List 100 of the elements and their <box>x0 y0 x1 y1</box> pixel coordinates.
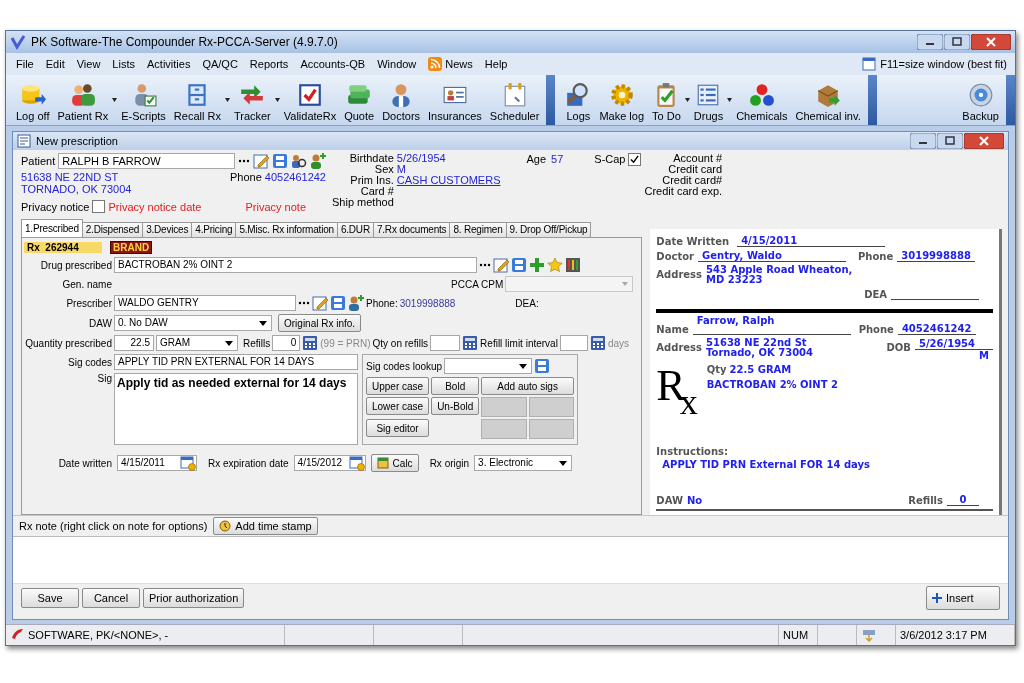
database-icon[interactable] <box>272 153 288 169</box>
bold-button[interactable]: Bold <box>431 377 480 395</box>
original-rx-info-button[interactable]: Original Rx info. <box>278 314 362 332</box>
person-add-icon[interactable] <box>310 153 326 169</box>
daw-dropdown[interactable]: 0. No DAW <box>114 315 272 331</box>
calc-button[interactable]: Calc <box>370 454 419 472</box>
tab[interactable]: 1.Prescribed <box>21 219 83 237</box>
toolbar-button[interactable]: Logs <box>561 75 596 125</box>
toolbar-button[interactable]: Recall Rx <box>169 75 225 125</box>
sig-text-area[interactable]: Apply tid as needed external for 14 days <box>114 373 358 445</box>
maximize-icon[interactable] <box>944 34 970 50</box>
tab[interactable]: 4.Pricing <box>191 222 237 237</box>
toolbar-button[interactable]: Doctors <box>378 75 425 125</box>
form-button[interactable]: Save <box>21 588 79 608</box>
toolbar-button[interactable]: Scheduler <box>485 75 544 125</box>
toolbar-button[interactable]: Quote <box>340 75 379 125</box>
qty-on-refills-field[interactable] <box>430 335 461 351</box>
privacy-checkbox[interactable] <box>92 200 106 213</box>
s-cap-checkbox[interactable] <box>628 153 642 166</box>
person-add-icon[interactable] <box>348 295 364 311</box>
un-bold-button[interactable]: Un-Bold <box>431 397 480 415</box>
add-auto-sigs-button[interactable]: Add auto sigs <box>481 377 574 395</box>
add-time-stamp-button[interactable]: Add time stamp <box>213 517 318 535</box>
menu-item[interactable]: Accounts-QB <box>294 56 372 72</box>
upper-case-button[interactable]: Upper case <box>366 377 430 395</box>
close-icon[interactable] <box>971 34 1011 50</box>
prescriber-field[interactable]: WALDO GENTRY <box>114 295 296 311</box>
gear-icon <box>608 82 635 108</box>
database-icon[interactable] <box>511 257 527 273</box>
menu-item[interactable]: Help <box>478 56 514 72</box>
toolbar-button[interactable]: Drugs <box>689 75 728 125</box>
date-written-field[interactable]: 4/15/2011 <box>117 455 197 471</box>
star-icon[interactable] <box>547 257 563 273</box>
close-icon[interactable] <box>964 133 1004 149</box>
tab[interactable]: 9. Drop Off/Pickup <box>505 222 592 237</box>
quantity-field[interactable]: 22.5 <box>114 335 154 351</box>
toolbar-grip[interactable] <box>1006 75 1015 125</box>
menu-item[interactable]: File <box>10 56 40 72</box>
tab[interactable]: 7.Rx documents <box>372 222 451 237</box>
check-icon <box>630 155 640 164</box>
sig-codes-field[interactable]: APPLY TID PRN EXTERNAL FOR 14 DAYS <box>114 354 358 370</box>
rx-origin-dropdown[interactable]: 3. Electronic <box>474 455 573 471</box>
menu-item[interactable]: QA/QC <box>196 56 244 72</box>
maximize-icon[interactable] <box>937 133 963 149</box>
field-label: Age <box>526 153 547 165</box>
toolbar-button[interactable]: Make log <box>595 75 649 125</box>
toolbar-grip[interactable] <box>867 75 877 125</box>
calendar-icon[interactable] <box>180 455 196 471</box>
form-button[interactable]: Cancel <box>82 588 140 608</box>
refills-field[interactable]: 0 <box>272 335 301 351</box>
dropdown-caret-icon[interactable] <box>274 98 280 102</box>
toolbar-button[interactable]: Backup <box>958 75 1003 125</box>
menu-item[interactable]: View <box>70 56 107 72</box>
menu-item[interactable]: Window <box>371 56 423 72</box>
menu-item[interactable]: Reports <box>243 56 295 72</box>
toolbar-button[interactable]: Chemical inv. <box>791 75 865 125</box>
menu-item[interactable]: News <box>422 55 479 73</box>
unit-dropdown[interactable]: GRAM <box>156 335 238 351</box>
insurance-link[interactable]: CASH CUSTOMERS <box>396 175 501 186</box>
database-icon[interactable] <box>330 295 346 311</box>
drug-field[interactable]: BACTROBAN 2% OINT 2 <box>114 257 477 273</box>
dropdown-caret-icon[interactable] <box>112 98 118 102</box>
database-icon[interactable] <box>534 358 551 374</box>
tab[interactable]: 2.Dispensed <box>81 222 144 237</box>
menu-item[interactable]: Activities <box>141 56 197 72</box>
tab[interactable]: 6.DUR <box>336 222 374 237</box>
lower-case-button[interactable]: Lower case <box>366 397 430 415</box>
expiration-date-field[interactable]: 4/15/2012 <box>293 455 366 471</box>
toolbar-button[interactable]: Log off <box>12 75 54 125</box>
tab[interactable]: 3.Devices <box>142 222 193 237</box>
toolbar-button[interactable]: To Do <box>648 75 685 125</box>
menu-item[interactable]: Edit <box>39 56 71 72</box>
toolbar-button[interactable]: Tracker <box>229 75 275 125</box>
bars-icon[interactable] <box>565 257 581 273</box>
tab[interactable]: 5.Misc. Rx information <box>235 222 338 237</box>
dropdown-caret-icon[interactable] <box>224 98 230 102</box>
minimize-icon[interactable] <box>910 133 936 149</box>
people-search-icon[interactable] <box>291 153 307 169</box>
tab[interactable]: 8. Regimen <box>449 222 507 237</box>
calendar-icon[interactable] <box>348 455 365 471</box>
status-datetime: 3/6/2012 3:17 PM <box>900 629 987 641</box>
toolbar-button[interactable]: Chemicals <box>732 75 792 125</box>
calculator-icon[interactable] <box>462 335 479 351</box>
calculator-icon[interactable] <box>589 335 606 351</box>
toolbar-button[interactable]: Patient Rx <box>53 75 113 125</box>
refill-interval-field[interactable] <box>559 335 588 351</box>
dropdown-caret-icon[interactable] <box>684 98 690 102</box>
form-button[interactable]: Prior authorization <box>143 588 245 608</box>
patient-field[interactable]: RALPH B FARROW <box>58 153 235 169</box>
insert-button[interactable]: Insert <box>926 586 1000 610</box>
menu-item[interactable]: Lists <box>106 56 141 72</box>
plus-icon[interactable] <box>529 257 545 273</box>
calculator-icon[interactable] <box>302 335 319 351</box>
toolbar-button[interactable]: Insurances <box>424 75 486 125</box>
minimize-icon[interactable] <box>917 34 943 50</box>
sig-editor-button[interactable]: Sig editor <box>366 419 430 437</box>
toolbar-button[interactable]: ValidateRx <box>279 75 341 125</box>
dropdown-caret-icon[interactable] <box>727 98 733 102</box>
toolbar-button[interactable]: E-Scripts <box>117 75 170 125</box>
toolbar-grip[interactable] <box>546 75 556 125</box>
